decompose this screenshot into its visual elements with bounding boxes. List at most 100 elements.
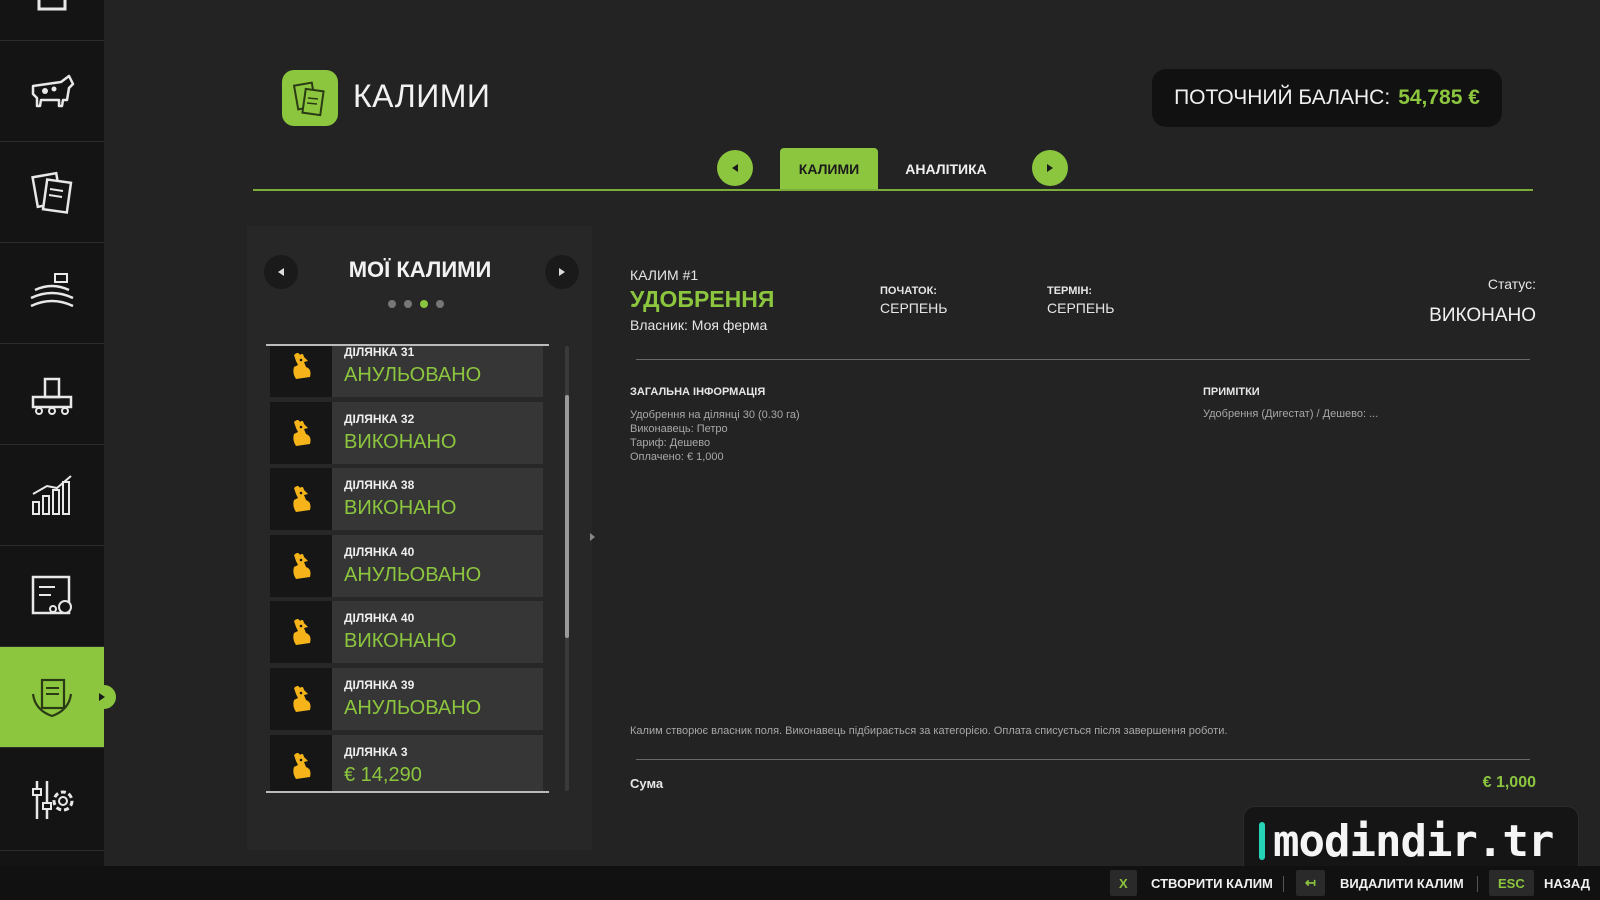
create-contract-action[interactable]: СТВОРИТИ КАЛИМ xyxy=(1151,876,1273,891)
key-hint-delete: ↤ xyxy=(1296,870,1325,896)
detail-divider xyxy=(636,359,1530,360)
list-item-status: АНУЛЬОВАНО xyxy=(344,364,482,386)
list-item-field: ДІЛЯНКА 39 xyxy=(344,678,415,692)
key-hint-create: X xyxy=(1110,870,1137,896)
term-value: СЕРПЕНЬ xyxy=(1047,300,1115,316)
settings-icon xyxy=(32,781,74,819)
arrow-left-icon xyxy=(278,268,284,276)
sidebar xyxy=(0,0,116,866)
tab-contracts[interactable]: КАЛИМИ xyxy=(780,148,878,189)
rooster-icon xyxy=(270,535,332,597)
general-info-line: Тариф: Дешево xyxy=(630,437,711,449)
list-item[interactable]: ДІЛЯНКА 40 АНУЛЬОВАНО xyxy=(270,535,543,597)
status-value: ВИКОНАНО xyxy=(1429,305,1536,326)
general-info-title: ЗАГАЛЬНА ІНФОРМАЦІЯ xyxy=(630,386,766,398)
contract-type: УДОБРЕННЯ xyxy=(630,286,775,312)
list-item-status: ВИКОНАНО xyxy=(344,497,457,519)
general-info: Удобрення на ділянці 30 (0.30 га) Викона… xyxy=(630,408,800,464)
balance-value: 54,785 € xyxy=(1398,86,1480,109)
list-item[interactable]: ДІЛЯНКА 31 АНУЛЬОВАНО xyxy=(270,346,543,397)
arrow-right-icon xyxy=(1047,164,1053,172)
list-item[interactable]: ДІЛЯНКА 32 ВИКОНАНО xyxy=(270,402,543,464)
documents-icon xyxy=(292,81,325,117)
contracts-page-icon xyxy=(282,70,338,126)
contract-number: КАЛИМ #1 xyxy=(630,267,699,283)
start-label: ПОЧАТОК: xyxy=(880,285,937,297)
cow-icon xyxy=(31,74,75,108)
rooster-icon xyxy=(270,668,332,730)
sidebar-item-statistics[interactable] xyxy=(0,445,104,546)
sidebar-item-calendar[interactable] xyxy=(0,0,104,41)
list-item-field: ДІЛЯНКА 32 xyxy=(344,412,415,426)
list-item-field: ДІЛЯНКА 3 xyxy=(344,745,408,759)
status-label: Статус: xyxy=(1487,276,1536,292)
list-item[interactable]: ДІЛЯНКА 3 € 14,290 xyxy=(270,735,543,791)
sidebar-item-production[interactable] xyxy=(0,344,104,445)
general-info-line: Удобрення на ділянці 30 (0.30 га) xyxy=(630,409,800,421)
vehicle-shop-icon xyxy=(31,575,72,615)
delete-contract-action[interactable]: ВИДАЛИТИ КАЛИМ xyxy=(1340,876,1464,891)
arrow-right-icon xyxy=(559,268,565,276)
rooster-icon xyxy=(270,735,332,791)
page-dot[interactable] xyxy=(436,300,444,308)
action-separator xyxy=(1283,876,1284,892)
list-next-page-button[interactable] xyxy=(545,255,579,289)
sidebar-item-fields[interactable] xyxy=(0,243,104,344)
production-icon xyxy=(31,377,73,415)
term-label: ТЕРМІН: xyxy=(1047,285,1093,297)
balance-label: ПОТОЧНИЙ БАЛАНС: xyxy=(1174,86,1391,109)
panel-collapse-handle[interactable] xyxy=(585,520,599,554)
arrow-left-icon xyxy=(732,164,738,172)
active-indicator-arrow-icon xyxy=(92,685,116,709)
sidebar-item-settings[interactable] xyxy=(0,750,104,851)
sum-label: Сума xyxy=(630,776,664,791)
page-dot-active[interactable] xyxy=(420,300,428,308)
arrow-right-icon xyxy=(589,533,595,541)
tab-prev-button[interactable] xyxy=(717,150,753,186)
contracts-list: ДІЛЯНКА 31 АНУЛЬОВАНО ДІЛЯНКА 32 ВИКОНАН… xyxy=(270,346,545,791)
list-item-field: ДІЛЯНКА 31 xyxy=(344,346,415,359)
list-item-status: € 14,290 xyxy=(344,764,422,786)
list-item[interactable]: ДІЛЯНКА 38 ВИКОНАНО xyxy=(270,468,543,530)
rooster-icon xyxy=(270,601,332,663)
contract-footnote: Калим створює власник поля. Виконавець п… xyxy=(630,725,1228,737)
watermark-text: modindir.tr xyxy=(1273,815,1554,867)
notes-text: Удобрення (Дигестат) / Дешево: ... xyxy=(1203,408,1379,420)
field-crops-icon xyxy=(30,273,74,308)
start-value: СЕРПЕНЬ xyxy=(880,300,948,316)
list-item[interactable]: ДІЛЯНКА 39 АНУЛЬОВАНО xyxy=(270,668,543,730)
list-title: МОЇ КАЛИМИ xyxy=(348,257,492,282)
list-item-status: АНУЛЬОВАНО xyxy=(344,697,482,719)
list-item-field: ДІЛЯНКА 38 xyxy=(344,478,415,492)
key-hint-back: ESC xyxy=(1489,870,1534,896)
back-action[interactable]: НАЗАД xyxy=(1544,876,1590,891)
calendar-icon xyxy=(37,0,67,11)
page-dot[interactable] xyxy=(404,300,412,308)
list-prev-page-button[interactable] xyxy=(264,255,298,289)
sidebar-item-animals[interactable] xyxy=(0,41,104,142)
list-item-field: ДІЛЯНКА 40 xyxy=(344,611,415,625)
page-dot[interactable] xyxy=(388,300,396,308)
rooster-icon xyxy=(270,468,332,530)
list-item-status: АНУЛЬОВАНО xyxy=(344,564,482,586)
list-item[interactable]: ДІЛЯНКА 40 ВИКОНАНО xyxy=(270,601,543,663)
tab-next-button[interactable] xyxy=(1032,150,1068,186)
sidebar-item-documents[interactable] xyxy=(0,142,104,243)
contracts-icon xyxy=(31,678,73,718)
tab-underline xyxy=(253,189,1533,191)
sidebar-item-contracts[interactable] xyxy=(0,647,116,748)
list-scrollbar-thumb[interactable] xyxy=(565,395,569,638)
list-item-status: ВИКОНАНО xyxy=(344,431,457,453)
detail-divider xyxy=(636,759,1530,760)
general-info-line: Виконавець: Петро xyxy=(630,423,728,435)
general-info-line: Оплачено: € 1,000 xyxy=(630,451,724,463)
rooster-icon xyxy=(270,346,332,397)
rooster-icon xyxy=(270,402,332,464)
tab-analytics[interactable]: АНАЛІТИКА xyxy=(892,148,1000,189)
contract-owner: Власник: Моя ферма xyxy=(630,317,768,333)
statistics-icon xyxy=(32,475,72,515)
watermark-bar xyxy=(1259,822,1265,860)
page-title: КАЛИМИ xyxy=(353,78,491,114)
sidebar-item-shop[interactable] xyxy=(0,546,104,647)
list-item-field: ДІЛЯНКА 40 xyxy=(344,545,415,559)
